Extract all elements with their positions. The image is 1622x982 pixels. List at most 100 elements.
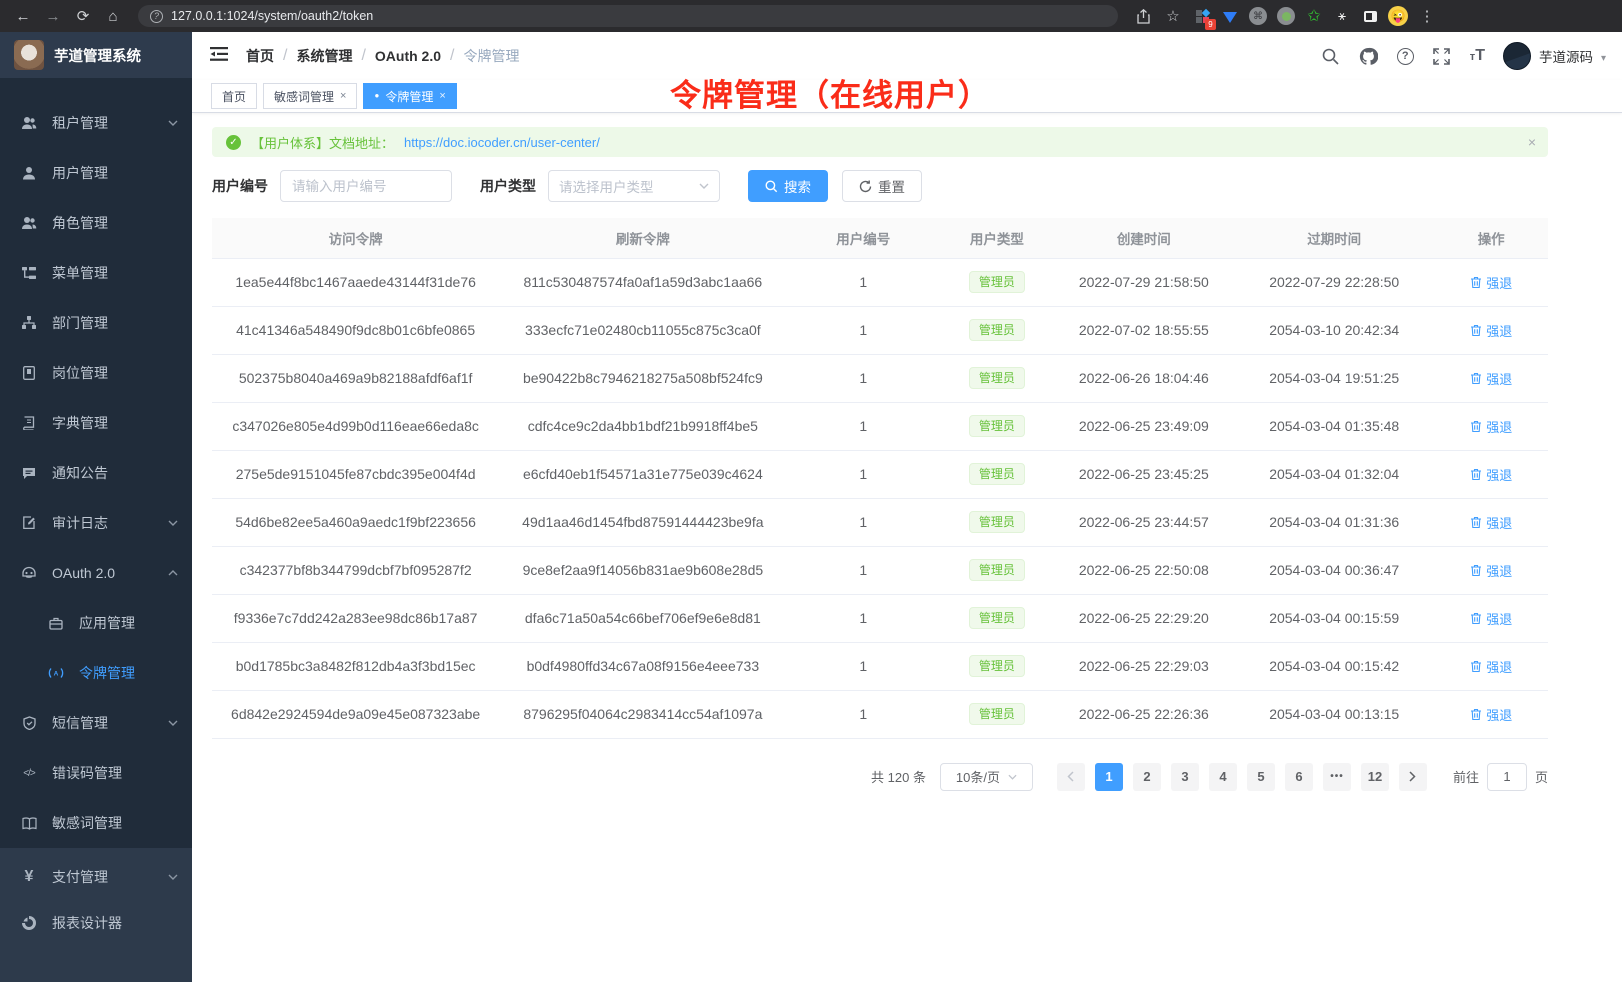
- extensions-puzzle-icon[interactable]: ⚹: [1330, 4, 1354, 28]
- cell-user-id: 1: [786, 690, 940, 738]
- sidebar-item-tenant[interactable]: 租户管理: [0, 98, 192, 148]
- sidebar-item-oauth-token[interactable]: A 令牌管理: [0, 648, 192, 698]
- force-logout-button[interactable]: 强退: [1470, 465, 1512, 484]
- force-logout-button[interactable]: 强退: [1470, 321, 1512, 340]
- app-briefcase-icon: [48, 615, 64, 631]
- github-icon[interactable]: [1359, 46, 1379, 66]
- cell-create-time: 2022-06-25 22:29:20: [1054, 594, 1234, 642]
- force-logout-button[interactable]: 强退: [1470, 417, 1512, 436]
- sidebar-item-dict[interactable]: 字典管理: [0, 398, 192, 448]
- page-button-3[interactable]: 3: [1171, 763, 1199, 791]
- reset-button[interactable]: 重置: [842, 170, 922, 202]
- user-type-select[interactable]: 请选择用户类型: [548, 170, 720, 202]
- sidebar: 芋道管理系统 租户管理 用户管理 角色管理 菜单管理 部: [0, 32, 192, 982]
- sidebar-item-error-code[interactable]: </> 错误码管理: [0, 748, 192, 798]
- sidebar-item-notice[interactable]: 通知公告: [0, 448, 192, 498]
- font-size-icon[interactable]: тT: [1470, 47, 1485, 65]
- token-table: 访问令牌 刷新令牌 用户编号 用户类型 创建时间 过期时间 操作 1ea5e44…: [212, 218, 1548, 739]
- close-icon[interactable]: ×: [439, 90, 445, 102]
- force-logout-button[interactable]: 强退: [1470, 705, 1512, 724]
- sidebar-item-oauth-app[interactable]: 应用管理: [0, 598, 192, 648]
- sidebar-item-payment[interactable]: ¥ 支付管理: [0, 848, 192, 898]
- active-dot-icon: ●: [374, 92, 379, 100]
- user-id-input[interactable]: [280, 170, 452, 202]
- sidebar-item-user[interactable]: 用户管理: [0, 148, 192, 198]
- sidebar-item-post[interactable]: 岗位管理: [0, 348, 192, 398]
- page-button-6[interactable]: 6: [1285, 763, 1313, 791]
- browser-back-icon[interactable]: ←: [10, 4, 36, 28]
- tab-home[interactable]: 首页: [211, 83, 257, 109]
- sidebar-item-menu[interactable]: 菜单管理: [0, 248, 192, 298]
- browser-home-icon[interactable]: ⌂: [100, 4, 126, 28]
- force-logout-button[interactable]: 强退: [1470, 609, 1512, 628]
- profile-avatar-icon[interactable]: 😜: [1386, 4, 1410, 28]
- browser-forward-icon[interactable]: →: [40, 4, 66, 28]
- app-logo[interactable]: 芋道管理系统: [0, 32, 192, 78]
- bookmark-star-icon[interactable]: ☆: [1160, 4, 1186, 28]
- breadcrumb-home[interactable]: 首页: [246, 46, 274, 66]
- oauth-robot-icon: [21, 565, 37, 581]
- extension-record-icon[interactable]: [1274, 4, 1298, 28]
- address-bar[interactable]: ? 127.0.0.1:1024/system/oauth2/token: [138, 5, 1118, 27]
- page-button-12[interactable]: 12: [1361, 763, 1389, 791]
- breadcrumb-system[interactable]: 系统管理: [296, 46, 352, 66]
- sidebar-item-sms[interactable]: 短信管理: [0, 698, 192, 748]
- prev-page-button[interactable]: [1057, 763, 1085, 791]
- cell-user-type: 管理员: [940, 450, 1054, 498]
- chevron-down-icon: [168, 720, 178, 726]
- page-button-2[interactable]: 2: [1133, 763, 1161, 791]
- extension-gem-icon[interactable]: [1218, 4, 1242, 28]
- cell-create-time: 2022-06-25 23:45:25: [1054, 450, 1234, 498]
- chevron-up-icon: [168, 570, 178, 576]
- alert-close-icon[interactable]: ×: [1528, 134, 1536, 150]
- site-info-icon[interactable]: ?: [150, 10, 163, 23]
- breadcrumb-separator: /: [361, 47, 365, 65]
- force-logout-button[interactable]: 强退: [1470, 273, 1512, 292]
- sidebar-item-role[interactable]: 角色管理: [0, 198, 192, 248]
- next-page-button[interactable]: [1399, 763, 1427, 791]
- search-button[interactable]: 搜索: [748, 170, 828, 202]
- cell-expire-time: 2054-03-04 01:32:04: [1234, 450, 1434, 498]
- page-button-1[interactable]: 1: [1095, 763, 1123, 791]
- sidebar-item-sensitive-words[interactable]: 敏感词管理: [0, 798, 192, 848]
- more-pages-button[interactable]: •••: [1323, 763, 1351, 791]
- breadcrumb-oauth[interactable]: OAuth 2.0: [375, 48, 441, 64]
- force-logout-button[interactable]: 强退: [1470, 369, 1512, 388]
- page-button-4[interactable]: 4: [1209, 763, 1237, 791]
- table-row: 1ea5e44f8bc1467aaede43144f31de76 811c530…: [212, 258, 1548, 306]
- browser-reload-icon[interactable]: ⟳: [70, 4, 96, 28]
- sidebar-item-report-designer[interactable]: 报表设计器: [0, 898, 192, 948]
- cell-create-time: 2022-06-25 22:29:03: [1054, 642, 1234, 690]
- cell-expire-time: 2054-03-04 19:51:25: [1234, 354, 1434, 402]
- sidebar-item-oauth[interactable]: OAuth 2.0: [0, 548, 192, 598]
- table-body: 1ea5e44f8bc1467aaede43144f31de76 811c530…: [212, 258, 1548, 738]
- cell-refresh-token: 8796295f04064c2983414cc54af1097a: [499, 690, 786, 738]
- tab-sensitive-words[interactable]: 敏感词管理 ×: [263, 83, 357, 109]
- sidebar-item-audit-log[interactable]: 审计日志: [0, 498, 192, 548]
- cell-create-time: 2022-07-02 18:55:55: [1054, 306, 1234, 354]
- extension-command-icon[interactable]: ⌘: [1246, 4, 1270, 28]
- page-button-5[interactable]: 5: [1247, 763, 1275, 791]
- force-logout-button[interactable]: 强退: [1470, 513, 1512, 532]
- side-panel-icon[interactable]: [1358, 4, 1382, 28]
- help-icon[interactable]: ?: [1397, 48, 1414, 65]
- force-logout-button[interactable]: 强退: [1470, 657, 1512, 676]
- cell-user-id: 1: [786, 594, 940, 642]
- doc-link[interactable]: https://doc.iocoder.cn/user-center/: [404, 135, 600, 150]
- extension-star-icon[interactable]: ✩: [1302, 4, 1326, 28]
- user-menu[interactable]: 芋道源码 ▾: [1503, 42, 1606, 70]
- share-icon[interactable]: [1130, 4, 1156, 28]
- close-icon[interactable]: ×: [340, 90, 346, 102]
- extension-colorful-icon[interactable]: 9: [1190, 4, 1214, 28]
- page-size-select[interactable]: 10条/页: [940, 763, 1033, 791]
- tab-token[interactable]: ● 令牌管理 ×: [363, 83, 456, 109]
- fullscreen-icon[interactable]: [1432, 46, 1452, 66]
- goto-page-input[interactable]: [1487, 763, 1527, 791]
- cell-actions: 强退: [1434, 450, 1548, 498]
- sidebar-item-dept[interactable]: 部门管理: [0, 298, 192, 348]
- search-icon[interactable]: [1321, 46, 1341, 66]
- sidebar-collapse-icon[interactable]: [210, 46, 230, 66]
- cell-actions: 强退: [1434, 306, 1548, 354]
- force-logout-button[interactable]: 强退: [1470, 561, 1512, 580]
- browser-menu-icon[interactable]: ⋮: [1414, 4, 1440, 28]
